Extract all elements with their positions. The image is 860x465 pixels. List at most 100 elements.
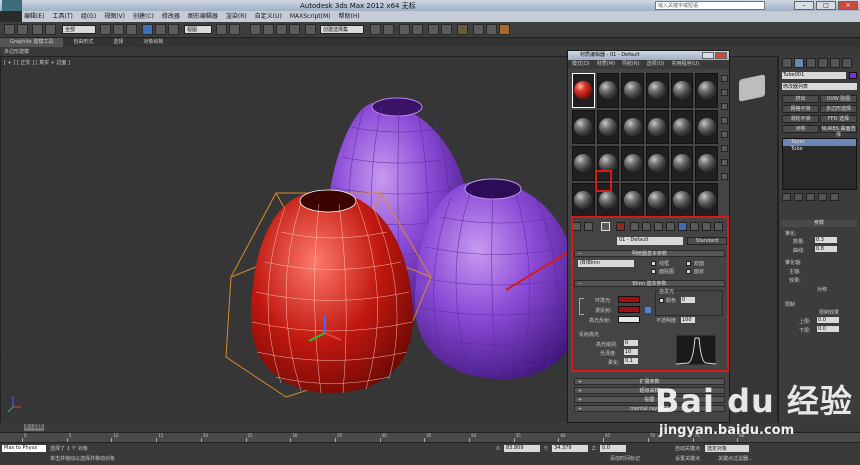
- modifier-stack[interactable]: Taper Tube: [782, 138, 857, 190]
- angle-snap-icon[interactable]: [263, 24, 274, 35]
- display-tab-icon[interactable]: [830, 58, 840, 68]
- menu-tools[interactable]: 工具(T): [52, 11, 72, 22]
- curve-spinner[interactable]: 0.8: [815, 246, 837, 252]
- reference-coord-dropdown[interactable]: 视图: [184, 25, 212, 34]
- tab-object-paint[interactable]: 对象绘制: [133, 38, 173, 47]
- key-mode-dropdown[interactable]: 选定对象: [705, 445, 749, 452]
- material-slot[interactable]: [645, 182, 669, 217]
- scale-icon[interactable]: [168, 24, 179, 35]
- show-end-result-icon[interactable]: [794, 193, 803, 201]
- material-slot[interactable]: [621, 146, 644, 181]
- z-coord-field[interactable]: 0.0: [600, 445, 626, 452]
- remove-modifier-icon[interactable]: [818, 193, 827, 201]
- menu-edit[interactable]: 编辑(E): [24, 11, 44, 22]
- make-preview-icon[interactable]: [721, 145, 728, 152]
- material-slot[interactable]: [695, 73, 718, 108]
- mirror-icon[interactable]: [370, 24, 381, 35]
- me-menu-navigation[interactable]: 导航(N): [622, 60, 640, 69]
- align-icon[interactable]: [383, 24, 394, 35]
- material-slot[interactable]: [572, 182, 595, 217]
- material-slot[interactable]: [670, 73, 694, 108]
- maximize-button[interactable]: □: [816, 1, 836, 10]
- app-logo-icon[interactable]: [2, 0, 22, 11]
- named-selection-dropdown[interactable]: 创建选择集: [320, 25, 364, 34]
- poly-select-button[interactable]: 多边形选择: [820, 105, 857, 113]
- material-slot[interactable]: [621, 109, 644, 144]
- redo-icon[interactable]: [17, 24, 28, 35]
- close-button[interactable]: ×: [838, 1, 858, 10]
- tab-graphite[interactable]: Graphite 建模工具: [0, 38, 64, 47]
- motion-tab-icon[interactable]: [818, 58, 828, 68]
- options-icon[interactable]: [721, 159, 728, 166]
- layer-manager-icon[interactable]: [399, 24, 410, 35]
- material-slot[interactable]: [621, 182, 644, 217]
- pin-stack-icon[interactable]: [782, 193, 791, 201]
- select-by-material-icon[interactable]: [721, 173, 728, 180]
- material-slot[interactable]: [695, 182, 718, 217]
- video-check-icon[interactable]: [721, 131, 728, 138]
- add-time-tag-button[interactable]: 添加时间标记: [610, 455, 640, 462]
- material-editor-icon[interactable]: [457, 24, 468, 35]
- create-tab-icon[interactable]: [782, 58, 792, 68]
- sample-uv-icon[interactable]: [721, 117, 728, 124]
- menu-graph-editors[interactable]: 图形编辑器: [188, 11, 218, 22]
- tab-selection[interactable]: 选择: [103, 38, 133, 47]
- snap-icon[interactable]: [250, 24, 261, 35]
- material-slot[interactable]: [645, 109, 669, 144]
- hierarchy-tab-icon[interactable]: [806, 58, 816, 68]
- time-slider-thumb[interactable]: 0 / 100: [24, 424, 44, 431]
- rotate-icon[interactable]: [155, 24, 166, 35]
- material-slot[interactable]: [695, 109, 718, 144]
- link-icon[interactable]: [32, 24, 43, 35]
- me-minimize-button[interactable]: [702, 52, 714, 59]
- make-unique-icon[interactable]: [806, 193, 815, 201]
- set-key-button[interactable]: 设置关键点: [675, 455, 700, 462]
- me-menu-options[interactable]: 选项(O): [647, 60, 665, 69]
- render-teapot-icon[interactable]: [499, 24, 510, 35]
- selection-filter-dropdown[interactable]: 全部: [62, 25, 96, 34]
- material-slot[interactable]: [670, 146, 694, 181]
- meshsmooth-button[interactable]: 网格平滑: [782, 105, 819, 113]
- x-coord-field[interactable]: 83.809: [504, 445, 540, 452]
- y-coord-field[interactable]: 34.379: [552, 445, 588, 452]
- material-slot[interactable]: [596, 73, 620, 108]
- ribbon-sub-label[interactable]: 多边形建模: [4, 48, 29, 55]
- symmetry-label[interactable]: 对称: [817, 286, 827, 293]
- turbosmooth-button[interactable]: 涡轮平滑: [782, 115, 819, 123]
- pivot-icon[interactable]: [216, 24, 227, 35]
- symmetry-button[interactable]: 对称: [782, 125, 819, 133]
- menu-customize[interactable]: 自定义(U): [255, 11, 282, 22]
- percent-snap-icon[interactable]: [276, 24, 287, 35]
- upper-limit-spinner[interactable]: 0.0: [817, 317, 839, 323]
- modify-tab-icon[interactable]: [794, 58, 804, 68]
- graphite-toggle-icon[interactable]: [412, 24, 423, 35]
- object-color-swatch[interactable]: [849, 72, 857, 79]
- material-slot[interactable]: [596, 109, 620, 144]
- nurbs-select-button[interactable]: NURBS 曲面选择: [820, 125, 857, 138]
- select-by-name-icon[interactable]: [113, 24, 124, 35]
- object-name-field[interactable]: Tube001: [782, 72, 846, 79]
- uvw-map-button[interactable]: UVW 贴图: [820, 95, 857, 103]
- material-slot[interactable]: [572, 146, 595, 181]
- sample-type-icon[interactable]: [721, 75, 728, 82]
- maxscript-listener-field[interactable]: Max to Physx: [2, 445, 46, 452]
- material-slot[interactable]: [572, 73, 595, 108]
- configure-sets-icon[interactable]: [830, 193, 839, 201]
- schematic-view-icon[interactable]: [441, 24, 452, 35]
- menu-group[interactable]: 组(G): [81, 11, 96, 22]
- purple-vase-right[interactable]: [415, 178, 581, 380]
- unlink-icon[interactable]: [45, 24, 56, 35]
- material-slot[interactable]: [621, 73, 644, 108]
- select-object-icon[interactable]: [100, 24, 111, 35]
- manipulate-icon[interactable]: [229, 24, 240, 35]
- lower-limit-spinner[interactable]: 0.0: [817, 326, 839, 332]
- amount-spinner[interactable]: 0.3: [815, 237, 837, 243]
- menu-help[interactable]: 帮助(H): [338, 11, 359, 22]
- menu-maxscript[interactable]: MAXScript(M): [290, 11, 331, 22]
- spinner-snap-icon[interactable]: [289, 24, 300, 35]
- menu-create[interactable]: 创建(C): [133, 11, 154, 22]
- rect-select-icon[interactable]: [126, 24, 137, 35]
- auto-key-button[interactable]: 自动关键点: [675, 445, 700, 452]
- minimize-button[interactable]: –: [794, 1, 814, 10]
- material-slot[interactable]: [670, 182, 694, 217]
